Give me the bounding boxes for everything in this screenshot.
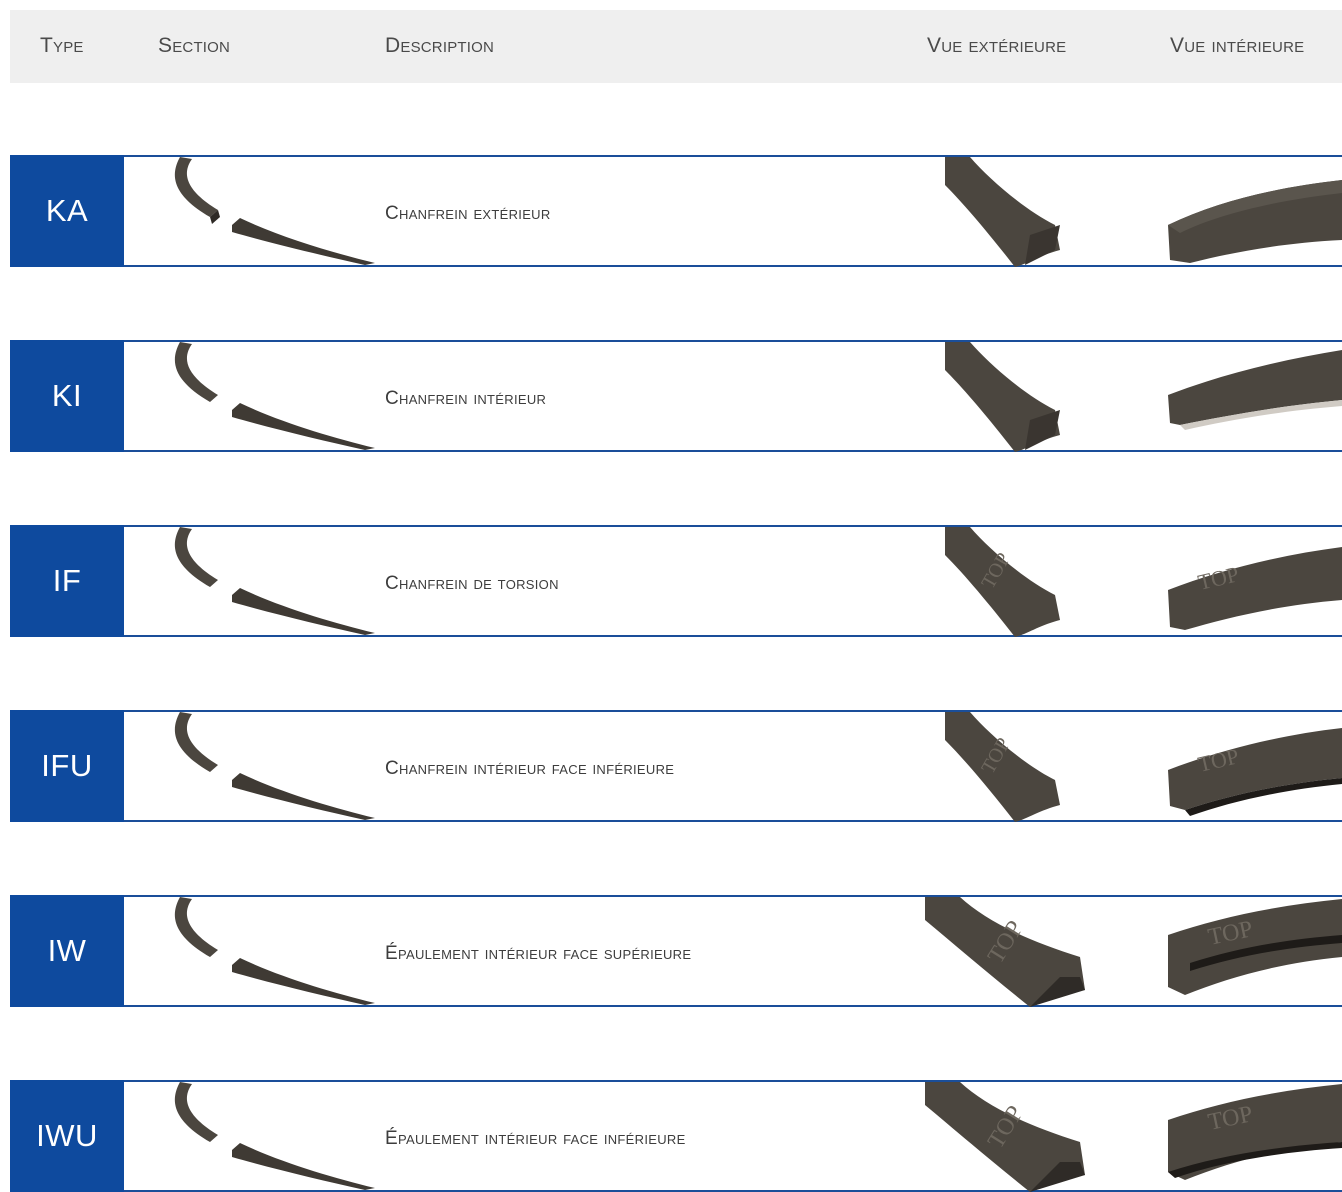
ring-section-image [174, 527, 375, 635]
ring-exterior-view-image: TOP [945, 527, 1060, 637]
row-description: Chanfrein intérieur [385, 388, 547, 409]
table-row: KA Chanfrein extérieur [10, 155, 1342, 267]
ring-exterior-view-image: TOP [925, 897, 1085, 1007]
ring-interior-view-image [1168, 350, 1342, 430]
row-description: Chanfrein intérieur face inférieure [385, 758, 675, 779]
ring-interior-view-image: TOP [1168, 1084, 1342, 1180]
ring-interior-view-image: TOP [1168, 547, 1342, 630]
header-description: Description [385, 34, 495, 57]
header-section: Section [158, 34, 231, 57]
ring-exterior-view-image: TOP [925, 1082, 1085, 1192]
table-row: IWU Épaulement intérieur face inférieure… [10, 1080, 1342, 1192]
header-vue-exterieure: Vue extérieure [927, 34, 1067, 57]
type-code-badge: KA [10, 155, 124, 267]
row-description: Chanfrein de torsion [385, 573, 559, 594]
type-code-badge: KI [10, 340, 124, 452]
ring-exterior-view-image [945, 157, 1060, 267]
ring-section-image [174, 157, 375, 265]
type-code-badge: IF [10, 525, 124, 637]
table-header: Type Section Description Vue extérieure … [10, 10, 1342, 83]
table-row: IW Épaulement intérieur face supérieure … [10, 895, 1342, 1007]
ring-section-image [174, 897, 375, 1005]
ring-exterior-view-image [945, 342, 1060, 452]
type-code-badge: IFU [10, 710, 124, 822]
header-vue-interieure: Vue intérieure [1170, 34, 1305, 57]
row-description: Épaulement intérieur face inférieure [385, 1128, 686, 1149]
ring-section-image [174, 712, 375, 820]
ring-interior-view-image: TOP [1168, 728, 1342, 816]
row-description: Chanfrein extérieur [385, 203, 551, 224]
table-row: IFU Chanfrein intérieur face inférieure … [10, 710, 1342, 822]
table-row: IF Chanfrein de torsion TOP TOP [10, 525, 1342, 637]
ring-section-image [174, 342, 375, 450]
ring-exterior-view-image: TOP [945, 712, 1060, 822]
ring-section-image [174, 1082, 375, 1190]
table-row: KI Chanfrein intérieur [10, 340, 1342, 452]
type-code-badge: IW [10, 895, 124, 1007]
header-type: Type [40, 34, 84, 57]
ring-interior-view-image: TOP [1168, 899, 1342, 995]
type-code-badge: IWU [10, 1080, 124, 1192]
row-description: Épaulement intérieur face supérieure [385, 943, 692, 964]
ring-interior-view-image [1168, 180, 1342, 263]
